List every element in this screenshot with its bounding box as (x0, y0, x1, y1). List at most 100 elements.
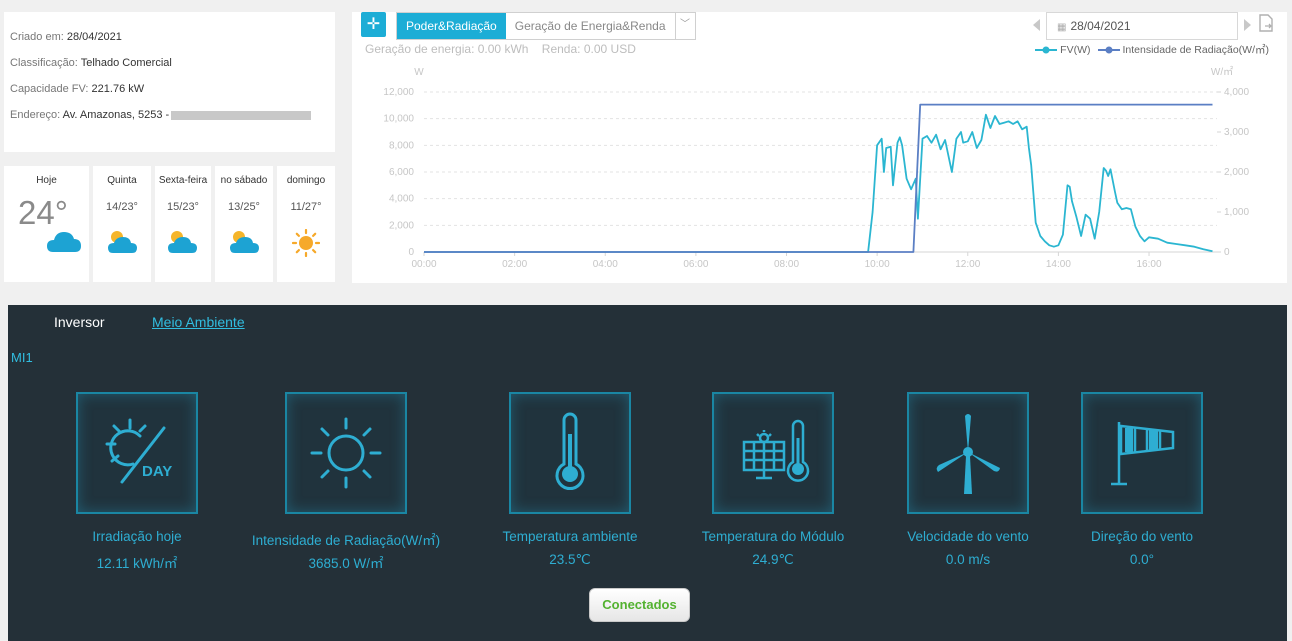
x-tick-label: 00:00 (411, 259, 436, 270)
y-tick-right: 0 (1224, 247, 1230, 258)
export-icon[interactable] (1258, 14, 1274, 32)
created-row: Criado em: 28/04/2021 (10, 31, 122, 43)
metric-label: Direção do vento (1090, 529, 1194, 544)
address-row: Endereço: Av. Amazonas, 5253 - (10, 109, 312, 121)
x-tick-label: 12:00 (955, 259, 980, 270)
weather-temp-range: 13/25° (228, 201, 260, 213)
weather-day-4: domingo 11/27° (277, 166, 335, 282)
metric-label: Temperatura do Módulo (701, 529, 845, 544)
capacity-label: Capacidade FV: (10, 83, 89, 95)
legend-label-radiation: Intensidade de Radiação(W/㎡) (1122, 44, 1270, 56)
metric-value: 0.0 m/s (945, 552, 991, 567)
capacity-row: Capacidade FV: 221.76 kW (10, 83, 144, 95)
y-tick-left: 6,000 (389, 167, 414, 178)
tab-environment[interactable]: Meio Ambiente (152, 314, 245, 330)
y-tick-right: 2,000 (1224, 167, 1249, 178)
y-tick-right: 4,000 (1224, 87, 1249, 98)
metric-icon-box (907, 392, 1029, 514)
x-tick-label: 08:00 (774, 259, 799, 270)
cloud-icon (47, 232, 81, 252)
metric-value: 24.9℃ (752, 552, 794, 567)
weather-day-name: no sábado (220, 175, 268, 186)
metric-label: Intensidade de Radiação(W/㎡) (251, 533, 441, 548)
income-value: 0.00 USD (583, 42, 636, 56)
weather-day-1: Quinta 14/23° (93, 166, 151, 282)
y-tick-right: 1,000 (1224, 207, 1249, 218)
weather-temp-range: 15/23° (167, 201, 199, 213)
weather-day-name: domingo (286, 175, 326, 186)
weather-temp-range: 14/23° (106, 201, 138, 213)
weather-temp-range: 11/27° (290, 201, 322, 213)
next-day-icon[interactable] (1244, 19, 1251, 31)
metric-label: Irradiação hoje (92, 529, 182, 544)
metric-icon-box (1081, 392, 1203, 514)
weather-day-name: Quinta (107, 175, 137, 186)
y-tick-left: 4,000 (389, 194, 414, 205)
tab-inverter[interactable]: Inversor (54, 314, 105, 330)
energy-summary: Geração de energia: 0.00 kWh Renda: 0.00… (365, 42, 636, 56)
y-tick-left: 8,000 (389, 140, 414, 151)
weather-today: Hoje 24° (4, 166, 89, 282)
metric-label: Temperatura ambiente (502, 529, 638, 544)
previous-day-icon[interactable] (1033, 19, 1040, 31)
x-tick-label: 16:00 (1137, 259, 1162, 270)
calendar-icon: ▦ (1057, 22, 1067, 33)
tab-energy-income[interactable]: Geração de Energia&Renda (506, 13, 675, 39)
status-connected-button[interactable]: Conectados (589, 588, 690, 622)
legend-item-fv[interactable]: FV(W) (1035, 43, 1091, 56)
y-tick-left: 2,000 (389, 220, 414, 231)
partly-cloudy-icon (230, 231, 259, 253)
metric-icon-box (509, 392, 631, 514)
x-tick-label: 02:00 (502, 259, 527, 270)
income-label: Renda: (541, 42, 581, 56)
chart-card: ✛ Poder&Radiação Geração de Energia&Rend… (352, 12, 1287, 283)
y-tick-right: 3,000 (1224, 127, 1249, 138)
move-icon[interactable]: ✛ (361, 12, 386, 37)
series-line-fv (424, 113, 1213, 253)
legend-label-fv: FV(W) (1060, 43, 1091, 56)
x-tick-label: 04:00 (593, 259, 618, 270)
sun-icon (310, 417, 382, 489)
address-label: Endereço: (10, 109, 61, 121)
sun-icon (292, 229, 320, 257)
tab-power-radiation[interactable]: Poder&Radiação (397, 13, 506, 39)
metric-icon-box: DAY (76, 392, 198, 514)
legend-item-radiation[interactable]: Intensidade de Radiação(W/㎡) (1097, 42, 1270, 57)
chevron-down-icon[interactable]: ﹀ (674, 13, 695, 39)
redacted-block (171, 110, 312, 120)
created-label: Criado em: (10, 31, 64, 43)
sun-day-icon: DAY (105, 418, 172, 484)
y-tick-left: 10,000 (383, 114, 414, 125)
top-area: Criado em: 28/04/2021 Classificação: Tel… (0, 0, 1292, 300)
plant-info-card: Criado em: 28/04/2021 Classificação: Tel… (4, 12, 335, 152)
metric-label: Velocidade do vento (907, 529, 1029, 544)
date-picker[interactable]: ▦ 28/04/2021 (1046, 12, 1238, 40)
classification-value: Telhado Comercial (80, 57, 172, 69)
partly-cloudy-icon (168, 231, 197, 253)
created-value: 28/04/2021 (66, 31, 122, 43)
legend-marker-radiation (1097, 46, 1120, 53)
metric-value: 3685.0 W/㎡ (308, 556, 384, 571)
x-tick-label: 06:00 (683, 259, 708, 270)
chart-legend: FV(W) Intensidade de Radiação(W/㎡) (1028, 42, 1269, 57)
weather-current-temp: 24° (18, 194, 68, 231)
capacity-value: 221.76 kW (91, 83, 145, 95)
environment-panel: Inversor Meio Ambiente MI1 DAY Irradiaçã… (8, 305, 1287, 641)
chart-tabs: Poder&Radiação Geração de Energia&Renda … (396, 12, 696, 40)
wind-turbine-icon (936, 414, 1000, 494)
x-tick-label: 10:00 (865, 259, 890, 270)
y-tick-left: 12,000 (383, 87, 414, 98)
windsock-icon (1111, 422, 1175, 486)
metric-value: 0.0° (1129, 552, 1155, 567)
weather-day-name: Sexta-feira (158, 175, 208, 186)
weather-day-name: Hoje (36, 175, 57, 186)
device-label: MI1 (11, 350, 33, 365)
weather-day-2: Sexta-feira 15/23° (155, 166, 211, 282)
legend-marker-fv (1035, 46, 1058, 53)
module-thermometer-icon (742, 419, 810, 482)
y-tick-left: 0 (408, 247, 414, 258)
x-tick-label: 14:00 (1046, 259, 1071, 270)
address-value: Av. Amazonas, 5253 - (62, 109, 170, 121)
series-line-radiation (424, 103, 1213, 253)
partly-cloudy-icon (108, 231, 137, 253)
